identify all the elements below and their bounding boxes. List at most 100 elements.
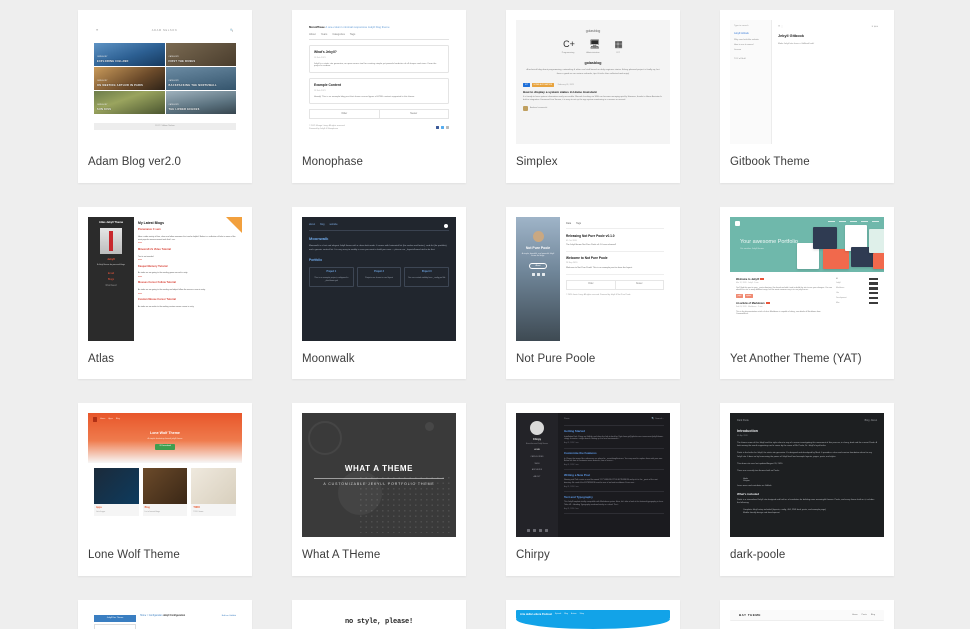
theme-card-jekyll-doc[interactable]: Jekyll Doc Theme Home > Configuration Je… (78, 599, 252, 629)
sidebar-list: All Jekyll Markdown Life Development Mis… (836, 278, 878, 318)
mail-icon (538, 529, 542, 533)
theme-card-chirpy[interactable]: Chirpy A text-focused Jekyll theme HOME … (506, 403, 680, 576)
brand: Atlas Jekyll Theme (98, 220, 124, 224)
post-meta: Aug 01, 2020 6 min (564, 486, 664, 493)
theme-preview-thumbnail: Dark Poole Blog About Introduction 04 Ap… (730, 413, 884, 538)
nav-item: ABOUT (533, 475, 541, 478)
theme-preview-thumbnail: ☰ ADAM NELSON 🔍 CATEGORY EXPLORING ICELAN… (88, 20, 242, 144)
theme-card-dark-poole[interactable]: Dark Poole Blog About Introduction 04 Ap… (720, 403, 894, 576)
breadcrumb-prefix: Home > Configuration (140, 614, 163, 617)
learn-more-text: Learn more and contribute on GitHub. (737, 485, 772, 488)
project-desc: You can control visibility from _config.… (408, 276, 446, 279)
paragraph: Poole is a streamlined Jekyll site desig… (737, 498, 875, 504)
post-meta: Mar 12, 2020 · Jekyll · 3 min (736, 282, 759, 285)
theme-card-atlas[interactable]: Atlas Jekyll Theme Jekyll A Jekyll theme… (78, 206, 252, 380)
author-desc: A Jekyll theme for personal blogs (97, 264, 125, 267)
thumbnail-wrap: Jekyll Doc Theme Home > Configuration Je… (78, 600, 252, 629)
post-title: Welcome to Not Pure Poole (566, 256, 608, 261)
post-body: It is handy to have system information e… (523, 96, 662, 101)
theme-card-what-a-theme[interactable]: WHAT A THEME A CUSTOMIZABLE JEKYLL PORTF… (292, 403, 466, 576)
theme-card-no-style-please[interactable]: no style, please! (292, 599, 466, 629)
list-item: Lanyon (743, 480, 877, 483)
lead-text: A technical blog about programming, netw… (526, 69, 660, 75)
theme-card-gitbook[interactable]: Type to search Jekyll Gitbook Why need w… (720, 10, 894, 183)
theme-title: Gitbook Theme (730, 156, 810, 168)
dark-mode-toggle-icon (444, 223, 448, 228)
nav-item: Tags (349, 32, 356, 36)
paragraph: There are currently two themes built on … (737, 470, 780, 473)
post-body: This Jekyll template totally compatible … (564, 501, 664, 506)
post-title: Mouses Cursor Follow Tutorial (138, 281, 176, 285)
sidebar-item: Development (836, 296, 847, 299)
theme-card-moonwalk[interactable]: about blog website Moonwalk Moonwalk is … (292, 206, 466, 380)
post-meta: Aug 01, 2020 5 min (564, 442, 664, 449)
sidebar-item: Misc (836, 301, 840, 304)
thumbnail-wrap: BAY THEME Home Posts Blog (720, 600, 894, 629)
paragraph: Poole is the butler for Jekyll, the stat… (737, 452, 872, 458)
theme-card-lone-wolf[interactable]: Home Apps Blog Lone Wolf Theme A simple … (78, 403, 252, 576)
project-name: Project 3 (421, 270, 432, 273)
pagination-newer: Newer (410, 112, 418, 116)
nav-item: website (329, 222, 338, 226)
theme-card-simplex[interactable]: golasblog C+ 🖥 ▦ Programming Administrat… (506, 10, 680, 183)
flag-icon (765, 301, 770, 305)
post-body: You'll find this post in your _posts dir… (736, 286, 833, 292)
post-item: Kaspar Memory Tutorial An index we are g… (138, 265, 238, 279)
post-date: 18 Feb 2021 (314, 56, 326, 59)
tile-kicker: CATEGORY (97, 103, 108, 106)
post-tile: CATEGORY SUN KISS (94, 90, 165, 114)
preview-footer: 2017 © Adam Nelson (94, 122, 236, 130)
nav-item: Blog (864, 419, 870, 423)
tile-caption: EXPLORING ICELAND (97, 60, 129, 64)
category-label: Programming (561, 51, 575, 54)
body-text: Make Jekyll site have a GitBook look! (778, 43, 815, 46)
post-title: What's Jekyll? (314, 50, 337, 55)
breadcrumb: Jekyll Configuration (163, 614, 186, 617)
theme-card-alembic[interactable]: Arte della Lettera Podcast Episodi Blog … (506, 599, 680, 629)
nav-item: Posts (861, 613, 867, 616)
post-title: Minecraft 2x Video Tutorial (138, 247, 171, 251)
toolbar-icons: ★ ◆ ■ (871, 25, 878, 28)
sidebar-item: All (836, 277, 838, 280)
nav-item: Blog (870, 613, 875, 616)
heading: golasblog (584, 61, 602, 66)
nav-item: Years (320, 32, 328, 36)
brand: Dark Poole (737, 419, 749, 423)
thumbnail-wrap: Not Pure Poole A simple, beautiful, and … (506, 207, 680, 341)
nav-item: About (309, 32, 316, 36)
edit-on-github-link: Edit on GitHub (221, 614, 236, 617)
nav-item: Rss Feed (105, 284, 117, 288)
theme-card-adam-blog[interactable]: ☰ ADAM NELSON 🔍 CATEGORY EXPLORING ICELAN… (78, 10, 252, 183)
sidebar-header: Jekyll Doc Theme (94, 614, 136, 622)
post-title: Text and Typography (564, 494, 593, 499)
theme-title: What A THeme (302, 549, 381, 562)
rss-icon (446, 126, 449, 130)
sidebar-item: Why need wiki-like website (734, 39, 759, 42)
theme-card-bay-theme[interactable]: BAY THEME Home Posts Blog (720, 599, 894, 629)
post-meta: Aug 01, 2020 4 min (564, 508, 664, 515)
theme-card-not-pure-poole[interactable]: Not Pure Poole A simple, beautiful, and … (506, 206, 680, 380)
profile-photo (100, 228, 122, 255)
theme-card-monophase[interactable]: MonoPhase A one-column minimal responsiv… (292, 10, 466, 183)
thumbnail-wrap: golasblog C+ 🖥 ▦ Programming Administrat… (506, 10, 680, 144)
sub-heading: A simple bootstrap based jekyll theme (147, 438, 183, 441)
wave-decoration (516, 618, 670, 629)
theme-card-yat[interactable]: Your awesome Portfolio Yet another Jekyl… (720, 206, 894, 380)
post-item: What's Jekyll? 18 Feb 2021 Jekyll is a s… (309, 45, 449, 74)
author-name: Jekyll (107, 257, 115, 262)
sidebar-item: Life (836, 292, 839, 295)
divider (314, 477, 444, 479)
social-icons (516, 529, 558, 533)
thumbnail-wrap: Home Apps Blog Lone Wolf Theme A simple … (78, 403, 252, 538)
tagline: A one-column minimal responsive Jekyll b… (325, 25, 390, 29)
rss-icon (544, 529, 548, 533)
nav-item: Shop (579, 613, 585, 616)
project-name: Project 1 (326, 270, 337, 273)
page-label: Posts (564, 418, 570, 421)
card-item: Blog List of recent blogs (142, 468, 188, 516)
github-icon (541, 273, 545, 276)
post-tile: CATEGORY ON MEETING ARTHUR IN PARIS (94, 66, 165, 90)
post-title: Releasing Not Pure Poole v0.1.0 (566, 233, 615, 238)
thumbnail-wrap: Arte della Lettera Podcast Episodi Blog … (506, 600, 680, 629)
post-item: Custom Mouse Cursor Tutorial An index we… (138, 298, 238, 308)
